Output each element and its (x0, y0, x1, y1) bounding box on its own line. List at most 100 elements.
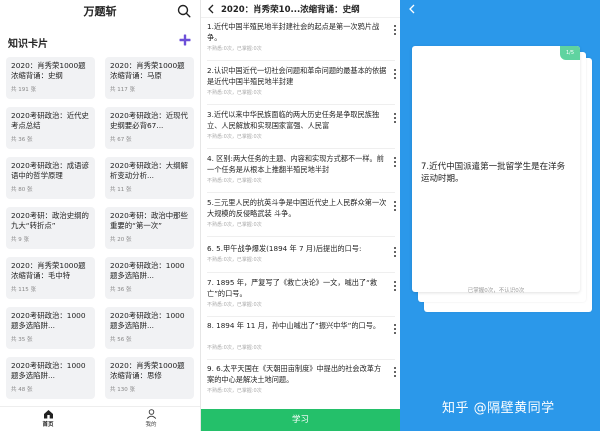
deck-count: 共 35 张 (11, 337, 33, 343)
more-icon[interactable] (393, 25, 397, 37)
deck-title: 2020考研政治：近代史考点总结 (11, 111, 89, 130)
deck-count: 共 80 张 (11, 187, 33, 193)
question-stats: 不熟悉:0次，已掌握:0次 (207, 345, 262, 351)
question-item[interactable]: 4. 区别:两大任务的主题、内容和实现方式都不一样。前一个任务是从根本上推翻半殖… (201, 153, 400, 193)
deck-title: 2020：肖秀荣1000题浓缩背诵：史纲 (11, 61, 86, 80)
deck-card[interactable]: 2020考研：政治史纲的九大“转折点” 共 9 张 (6, 207, 95, 249)
question-stats: 不熟悉:0次，已掌握:0次 (207, 388, 262, 394)
deck-card[interactable]: 2020考研政治：近现代史纲要必背67... 共 67 张 (105, 107, 194, 149)
more-icon[interactable] (393, 113, 397, 125)
flashcard-screen: 1/5 7.近代中国派遣第一批留学生是在洋务运动时期。 已掌握0次，不认识0次 … (400, 0, 600, 431)
deck-title: 2020考研：政治史纲的九大“转折点” (11, 211, 89, 230)
deck-card[interactable]: 2020考研政治：1000题多选陷阱... 共 48 张 (6, 357, 95, 399)
deck-title: 2020考研政治：1000题多选陷阱... (11, 361, 86, 380)
question-text: 1.近代中国半殖民地半封建社会的起点是第一次鸦片战争。 (207, 22, 380, 42)
back-arrow-icon[interactable] (408, 4, 416, 14)
deck-count: 共 20 张 (110, 237, 132, 243)
bottom-tab-bar: 首页 我的 (0, 406, 200, 431)
deck-count: 共 191 张 (11, 87, 36, 93)
deck-title: 2020考研：政治中那些重要的“第一次” (110, 211, 188, 230)
section-header: 知识卡片 (0, 22, 200, 50)
question-item[interactable]: 8. 1894 年 11 月，孙中山喊出了“振兴中华”的口号。 不熟悉:0次，已… (201, 320, 400, 360)
tab-label: 首页 (42, 422, 54, 428)
deck-title: 2020：肖秀荣1000题浓缩背诵：毛中特 (11, 261, 86, 280)
deck-list-screen: 万题斩 知识卡片 2020：肖秀荣1000题浓缩背诵：史纲 共 191 张 20… (0, 0, 200, 431)
question-item[interactable]: 6. 5.甲午战争爆发(1894 年 7 月)后提出的口号: 不熟悉:0次，已掌… (201, 243, 400, 273)
deck-card[interactable]: 2020考研政治：1000题多选陷阱... 共 36 张 (105, 257, 194, 299)
home-icon (43, 410, 53, 419)
deck-title: 2020考研政治：大纲解析变动分析... (110, 161, 188, 180)
tab-home[interactable]: 首页 (28, 409, 68, 428)
question-text: 3.近代以来中华民族面临的两大历史任务是争取民族独立、人民解放和实现国家富强、人… (207, 110, 380, 130)
deck-title: 2020考研政治：成语谚语中的哲学原理 (11, 161, 89, 180)
deck-count: 共 130 张 (110, 387, 135, 393)
question-stats: 不熟悉:0次，已掌握:0次 (207, 46, 262, 52)
add-icon[interactable] (179, 34, 191, 46)
more-icon[interactable] (393, 201, 397, 213)
question-text: 6. 5.甲午战争爆发(1894 年 7 月)后提出的口号: (207, 244, 362, 253)
deck-card[interactable]: 2020考研：政治中那些重要的“第一次” 共 20 张 (105, 207, 194, 249)
deck-count: 共 117 张 (110, 87, 135, 93)
question-text: 5.三元里人民的抗英斗争是中国近代史上人民群众第一次大规模的反侵略武装 斗争。 (207, 198, 387, 218)
deck-title: 2020：肖秀荣1000题浓缩背诵：思修 (110, 361, 185, 380)
question-list-screen: 2020：肖秀荣10...浓缩背诵：史纲 1.近代中国半殖民地半封建社会的起点是… (200, 0, 400, 431)
back-arrow-icon[interactable] (207, 4, 215, 14)
more-icon[interactable] (393, 157, 397, 169)
question-item[interactable]: 3.近代以来中华民族面临的两大历史任务是争取民族独立、人民解放和实现国家富强、人… (201, 109, 400, 149)
section-title: 知识卡片 (8, 39, 48, 50)
question-stats: 不熟悉:0次，已掌握:0次 (207, 90, 262, 96)
question-stats: 不熟悉:0次，已掌握:0次 (207, 178, 262, 184)
question-text: 9. 6.太平天国在《天朝田亩制度》中提出的社会改革方案的中心是解决土地问题。 (207, 364, 382, 384)
deck-count: 共 67 张 (110, 137, 132, 143)
more-icon[interactable] (393, 281, 397, 293)
more-icon[interactable] (393, 324, 397, 336)
question-item[interactable]: 9. 6.太平天国在《天朝田亩制度》中提出的社会改革方案的中心是解决土地问题。 … (201, 363, 400, 403)
question-item[interactable]: 5.三元里人民的抗英斗争是中国近代史上人民群众第一次大规模的反侵略武装 斗争。 … (201, 197, 400, 237)
flashcard[interactable]: 1/5 7.近代中国派遣第一批留学生是在洋务运动时期。 已掌握0次，不认识0次 (412, 46, 580, 294)
divider (207, 192, 395, 193)
app-title: 万题斩 (83, 5, 117, 18)
divider (207, 359, 395, 360)
study-button[interactable]: 学习 (201, 409, 400, 431)
question-stats: 不熟悉:0次，已掌握:0次 (207, 134, 262, 140)
deck-count: 共 36 张 (110, 287, 132, 293)
question-stats: 不熟悉:0次，已掌握:0次 (207, 222, 262, 228)
deck-card[interactable]: 2020考研政治：1000题多选陷阱... 共 56 张 (105, 307, 194, 349)
deck-card[interactable]: 2020：肖秀荣1000题浓缩背诵：毛中特 共 115 张 (6, 257, 95, 299)
deck-card[interactable]: 2020：肖秀荣1000题浓缩背诵：史纲 共 191 张 (6, 57, 95, 99)
deck-card[interactable]: 2020考研政治：成语谚语中的哲学原理 共 80 张 (6, 157, 95, 199)
more-icon[interactable] (393, 247, 397, 259)
question-stats: 不熟悉:0次，已掌握:0次 (207, 302, 262, 308)
deck-card[interactable]: 2020考研政治：1000题多选陷阱... 共 35 张 (6, 307, 95, 349)
zhihu-watermark: 知乎 @隔壁黄同学 (442, 401, 555, 416)
deck-card[interactable]: 2020考研政治：大纲解析变动分析... 共 11 张 (105, 157, 194, 199)
flashcard-question: 7.近代中国派遣第一批留学生是在洋务运动时期。 (421, 162, 566, 184)
more-icon[interactable] (393, 367, 397, 379)
question-text: 2.认识中国近代一切社会问题和革命问题的最基本的依据是近代中国半殖民地半封建 (207, 66, 387, 86)
deck-card[interactable]: 2020：肖秀荣1000题浓缩背诵：思修 共 130 张 (105, 357, 194, 399)
divider (207, 272, 395, 273)
deck-title: 2020考研政治：1000题多选陷阱... (11, 311, 86, 330)
question-item[interactable]: 7. 1895 年，严复写了《救亡决论》一文，喊出了“救亡”的口号。 不熟悉:0… (201, 277, 400, 317)
deck-title: 2020考研政治：近现代史纲要必背67... (110, 111, 188, 130)
question-item[interactable]: 2.认识中国近代一切社会问题和革命问题的最基本的依据是近代中国半殖民地半封建 不… (201, 65, 400, 105)
question-text: 8. 1894 年 11 月，孙中山喊出了“振兴中华”的口号。 (207, 321, 381, 330)
flashcard-stats: 已掌握0次，不认识0次 (467, 288, 525, 294)
question-text: 4. 区别:两大任务的主题、内容和实现方式都不一样。前一个任务是从根本上推翻半殖… (207, 154, 384, 174)
list-header: 2020：肖秀荣10...浓缩背诵：史纲 (201, 0, 400, 18)
app-header: 万题斩 (0, 0, 200, 22)
tab-profile[interactable]: 我的 (131, 409, 171, 428)
deck-count: 共 56 张 (110, 337, 132, 343)
divider (207, 236, 395, 237)
question-item[interactable]: 1.近代中国半殖民地半封建社会的起点是第一次鸦片战争。 不熟悉:0次，已掌握:0… (201, 21, 400, 61)
question-stats: 不熟悉:0次，已掌握:0次 (207, 257, 262, 263)
search-icon[interactable] (177, 4, 191, 18)
more-icon[interactable] (393, 69, 397, 81)
deck-card[interactable]: 2020：肖秀荣1000题浓缩背诵：马原 共 117 张 (105, 57, 194, 99)
deck-title: 2020：肖秀荣10...浓缩背诵：史纲 (221, 5, 360, 15)
deck-title: 2020考研政治：1000题多选陷阱... (110, 311, 185, 330)
deck-card[interactable]: 2020考研政治：近代史考点总结 共 36 张 (6, 107, 95, 149)
tab-label: 我的 (145, 422, 157, 428)
divider (207, 148, 395, 149)
deck-title: 2020：肖秀荣1000题浓缩背诵：马原 (110, 61, 185, 80)
